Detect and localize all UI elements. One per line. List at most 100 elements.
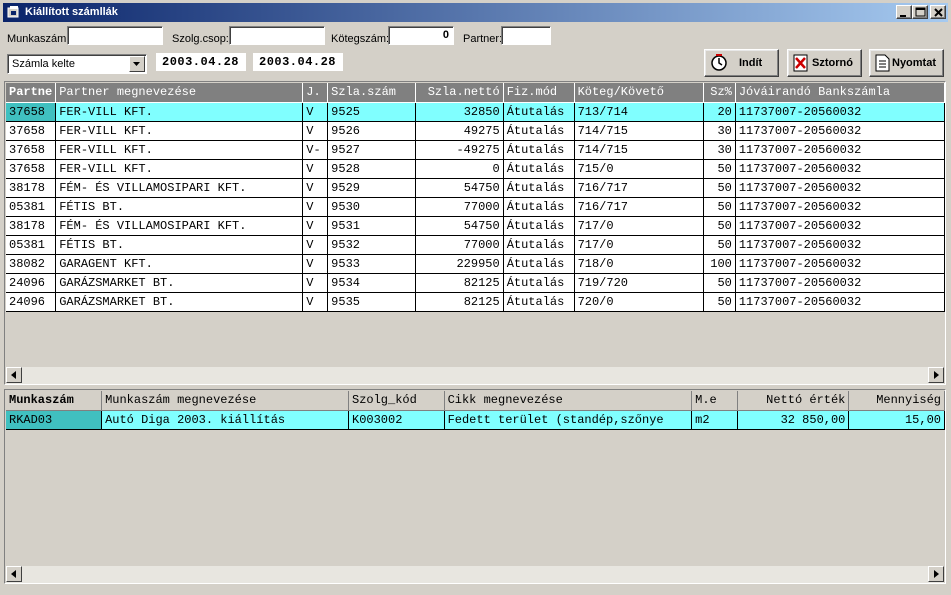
table-row[interactable]: 05381 FÉTIS BT. V 9530 77000 Átutalás 716/717 5… [6,197,945,217]
table-cell[interactable]: 9533 [327,254,416,274]
table-cell[interactable]: V [302,159,329,179]
table-cell[interactable]: 0 [415,159,504,179]
close-button[interactable] [930,5,946,19]
table-row[interactable]: 05381 FÉTIS BT. V 9532 77000 Átutalás 717/0 50 1… [6,235,945,255]
table-cell[interactable]: 716/717 [574,178,704,198]
table-cell[interactable]: 100 [703,254,736,274]
scroll-left-button[interactable] [6,566,22,582]
date-to-field[interactable]: 2003.04.28 [253,53,343,71]
table-cell[interactable]: V [302,178,329,198]
table-cell[interactable]: 50 [703,273,736,293]
column-header[interactable]: Partne [6,83,57,103]
invoice-grid[interactable]: Partne Partner megnevezése J. Szla.szám Szla… [4,81,946,385]
partner-input[interactable] [501,26,551,45]
column-header[interactable]: Fiz.mód [503,83,575,103]
table-cell[interactable]: GARAGENT KFT. [55,254,304,274]
table-cell[interactable]: GARÁZSMARKET BT. [55,273,304,293]
table-cell[interactable]: 9530 [327,197,416,217]
table-cell[interactable]: 719/720 [574,273,704,293]
invoice-hscrollbar[interactable] [6,367,944,384]
table-cell[interactable]: 713/714 [574,102,704,122]
detail-hscrollbar[interactable] [6,566,944,583]
column-header[interactable]: Mennyiség [848,391,945,411]
table-cell[interactable]: 05381 [6,197,57,217]
start-button[interactable]: Indít [704,49,779,77]
table-cell[interactable]: 9532 [327,235,416,255]
table-cell[interactable]: V [302,235,329,255]
column-header[interactable]: Cikk megnevezése [444,391,693,411]
table-cell[interactable]: V [302,121,329,141]
table-cell[interactable]: FÉTIS BT. [55,197,304,217]
table-cell[interactable]: FÉM- ÉS VILLAMOSIPARI KFT. [55,178,304,198]
table-row[interactable]: 38178 FÉM- ÉS VILLAMOSIPARI KFT. V 9529 5475… [6,178,945,198]
table-cell[interactable]: FÉTIS BT. [55,235,304,255]
table-cell[interactable]: FER-VILL KFT. [55,102,304,122]
table-cell[interactable]: 50 [703,197,736,217]
table-row[interactable]: 37658 FER-VILL KFT. V 9528 0 Átutalás 715/0 50 1… [6,159,945,179]
table-cell[interactable]: 30 [703,121,736,141]
detail-grid[interactable]: Munkaszám Munkaszám megnevezése Szolg_kód C… [4,389,946,584]
table-row[interactable]: RKAD03 Autó Diga 2003. kiállítás K003002 Fe… [6,410,945,430]
table-cell[interactable]: RKAD03 [6,410,103,430]
table-cell[interactable]: Átutalás [503,178,575,198]
date-type-select[interactable]: Számla kelte [7,54,147,74]
table-cell[interactable]: 37658 [6,121,57,141]
table-cell[interactable]: 9525 [327,102,416,122]
table-cell[interactable]: 717/0 [574,216,704,236]
table-cell[interactable]: FER-VILL KFT. [55,159,304,179]
table-cell[interactable]: V [302,216,329,236]
title-bar[interactable]: Kiállított számllák [3,3,948,22]
minimize-button[interactable] [896,5,912,19]
munkaszam-input[interactable] [67,26,163,45]
table-cell[interactable]: 11737007-20560032 [735,273,945,293]
table-row[interactable]: 38082 GARAGENT KFT. V 9533 229950 Átutalás 718… [6,254,945,274]
table-row[interactable]: 24096 GARÁZSMARKET BT. V 9534 82125 Átutalás 7… [6,273,945,293]
table-cell[interactable]: 50 [703,159,736,179]
table-cell[interactable]: V [302,292,329,312]
table-cell[interactable]: Átutalás [503,140,575,160]
table-cell[interactable]: 9534 [327,273,416,293]
table-cell[interactable]: V [302,197,329,217]
table-cell[interactable]: Átutalás [503,159,575,179]
table-cell[interactable]: 24096 [6,292,57,312]
table-cell[interactable]: 38178 [6,178,57,198]
table-cell[interactable]: FER-VILL KFT. [55,140,304,160]
table-cell[interactable]: GARÁZSMARKET BT. [55,292,304,312]
table-row[interactable]: 37658 FER-VILL KFT. V- 9527 -49275 Átutalás 71… [6,140,945,160]
table-cell[interactable]: 37658 [6,102,57,122]
table-row[interactable]: 37658 FER-VILL KFT. V 9526 49275 Átutalás 714/… [6,121,945,141]
maximize-button[interactable] [912,5,928,19]
column-header[interactable]: Partner megnevezése [55,83,304,103]
table-cell[interactable]: 82125 [415,292,504,312]
column-header[interactable]: Jóváirandó Bankszámla [735,83,945,103]
table-cell[interactable]: Átutalás [503,121,575,141]
table-cell[interactable]: Átutalás [503,216,575,236]
table-cell[interactable]: 38178 [6,216,57,236]
dropdown-button[interactable] [129,56,145,72]
table-cell[interactable]: 11737007-20560032 [735,159,945,179]
table-cell[interactable]: 15,00 [848,410,945,430]
table-cell[interactable]: 11737007-20560032 [735,140,945,160]
table-cell[interactable]: FÉM- ÉS VILLAMOSIPARI KFT. [55,216,304,236]
table-cell[interactable]: 718/0 [574,254,704,274]
table-cell[interactable]: V [302,254,329,274]
table-cell[interactable]: V [302,273,329,293]
table-cell[interactable]: 37658 [6,140,57,160]
table-cell[interactable]: V [302,102,329,122]
table-cell[interactable]: 9529 [327,178,416,198]
scroll-right-button[interactable] [928,566,944,582]
table-cell[interactable]: 50 [703,235,736,255]
column-header[interactable]: Nettó érték [737,391,850,411]
table-cell[interactable]: Fedett terület (standép,szőnye [444,410,693,430]
kotegszam-input[interactable]: 0 [388,26,454,45]
table-cell[interactable]: 32850 [415,102,504,122]
table-cell[interactable]: 11737007-20560032 [735,197,945,217]
table-cell[interactable]: V- [302,140,329,160]
column-header[interactable]: Sz% [703,83,736,103]
table-cell[interactable]: 11737007-20560032 [735,292,945,312]
table-cell[interactable]: m2 [691,410,738,430]
table-cell[interactable]: 715/0 [574,159,704,179]
table-cell[interactable]: 716/717 [574,197,704,217]
table-cell[interactable]: 229950 [415,254,504,274]
table-cell[interactable]: 714/715 [574,140,704,160]
